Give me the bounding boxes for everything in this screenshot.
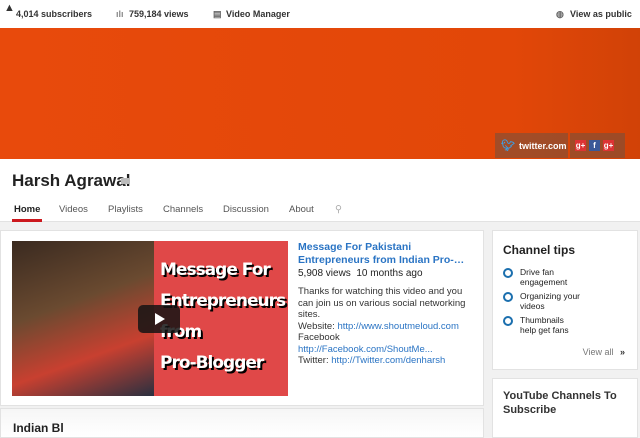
tab-about[interactable]: About: [289, 204, 314, 215]
video-views: 5,908 views: [298, 268, 351, 279]
double-chevron-icon: »: [619, 347, 625, 357]
tab-playlists[interactable]: Playlists: [108, 204, 143, 215]
top-stats-bar: ▲ 4,014 subscribers ılı 759,184 views ▤ …: [0, 0, 640, 28]
channel-name: Harsh Agrawal: [12, 171, 131, 190]
twitter-link-label: twitter.com: [518, 140, 567, 151]
mouse-cursor-icon: ▲: [4, 2, 15, 14]
google-plus-icon[interactable]: g+: [603, 140, 614, 151]
facebook-link[interactable]: http://Facebook.com/ShoutMe...: [298, 344, 433, 355]
thumbnail-photo: [12, 241, 154, 396]
video-title-link[interactable]: Message For Pakistani Entrepreneurs from…: [298, 241, 478, 267]
thumb-line: Message For: [160, 260, 271, 280]
tab-videos[interactable]: Videos: [59, 204, 88, 215]
view-count: 759,184 views: [129, 9, 189, 19]
tip-label: Drive fan engagement: [520, 267, 568, 287]
subscriber-count: 4,014 subscribers: [16, 9, 93, 19]
description-text: Thanks for watching this video and you c…: [298, 286, 466, 320]
search-icon[interactable]: ⚲: [335, 204, 342, 215]
active-tab-indicator: [12, 219, 42, 222]
video-manager-icon: ▤: [213, 9, 222, 19]
channel-header: Harsh Agrawal Home Videos Playlists Chan…: [0, 159, 640, 222]
circle-icon: [503, 316, 513, 326]
view-all-label: View all: [582, 347, 614, 357]
twitter-url-link[interactable]: http://Twitter.com/denharsh: [331, 355, 445, 366]
badge-icon: [121, 178, 130, 184]
video-manager-link[interactable]: Video Manager: [226, 9, 290, 19]
website-link[interactable]: http://www.shoutmeloud.com: [337, 321, 458, 332]
video-thumbnail[interactable]: Message For Entrepreneurs from Pro-Blogg…: [12, 241, 288, 396]
circle-icon: [503, 268, 513, 278]
view-all-link[interactable]: View all »: [583, 347, 625, 357]
tab-discussion[interactable]: Discussion: [223, 204, 269, 215]
video-description: Thanks for watching this video and you c…: [298, 286, 478, 367]
twitter-label: Twitter:: [298, 355, 329, 366]
video-info: Message For Pakistani Entrepreneurs from…: [298, 241, 478, 367]
google-plus-icon[interactable]: g+: [575, 140, 586, 151]
video-age: 10 months ago: [356, 268, 423, 279]
tab-home[interactable]: Home: [14, 204, 40, 215]
twitter-icon: 🐦︎: [501, 140, 515, 152]
view-as-public-link[interactable]: View as public: [570, 9, 632, 19]
tab-channels[interactable]: Channels: [163, 204, 203, 215]
video-meta: 5,908 views 10 months ago: [298, 268, 478, 280]
facebook-icon[interactable]: f: [589, 140, 600, 151]
play-button-icon[interactable]: [138, 305, 180, 333]
twitter-link[interactable]: 🐦︎ twitter.com: [495, 133, 568, 158]
bar-chart-icon: ılı: [116, 9, 124, 19]
subscribe-box-title: YouTube Channels To Subscribe: [503, 390, 617, 416]
tip-item[interactable]: Drive fan engagement: [503, 267, 627, 287]
social-links: g+ f g+: [570, 133, 625, 158]
facebook-label: Facebook: [298, 332, 340, 343]
subscribe-channels-card: YouTube Channels To Subscribe: [492, 378, 638, 438]
tip-item[interactable]: Thumbnails help get fans: [503, 315, 627, 335]
thumb-line: Pro-Blogger: [160, 353, 264, 373]
tip-label: Thumbnails help get fans: [520, 315, 569, 335]
channel-tips-title: Channel tips: [503, 243, 576, 257]
channel-tips-card: Channel tips Drive fan engagement Organi…: [492, 230, 638, 370]
tip-label: Organizing your videos: [520, 291, 581, 311]
tip-item[interactable]: Organizing your videos: [503, 291, 627, 311]
next-section-card: Indian Bl: [0, 408, 484, 438]
website-label: Website:: [298, 320, 335, 332]
section-title: Indian Bl: [13, 421, 64, 435]
globe-icon: ◍: [556, 9, 564, 19]
circle-icon: [503, 292, 513, 302]
